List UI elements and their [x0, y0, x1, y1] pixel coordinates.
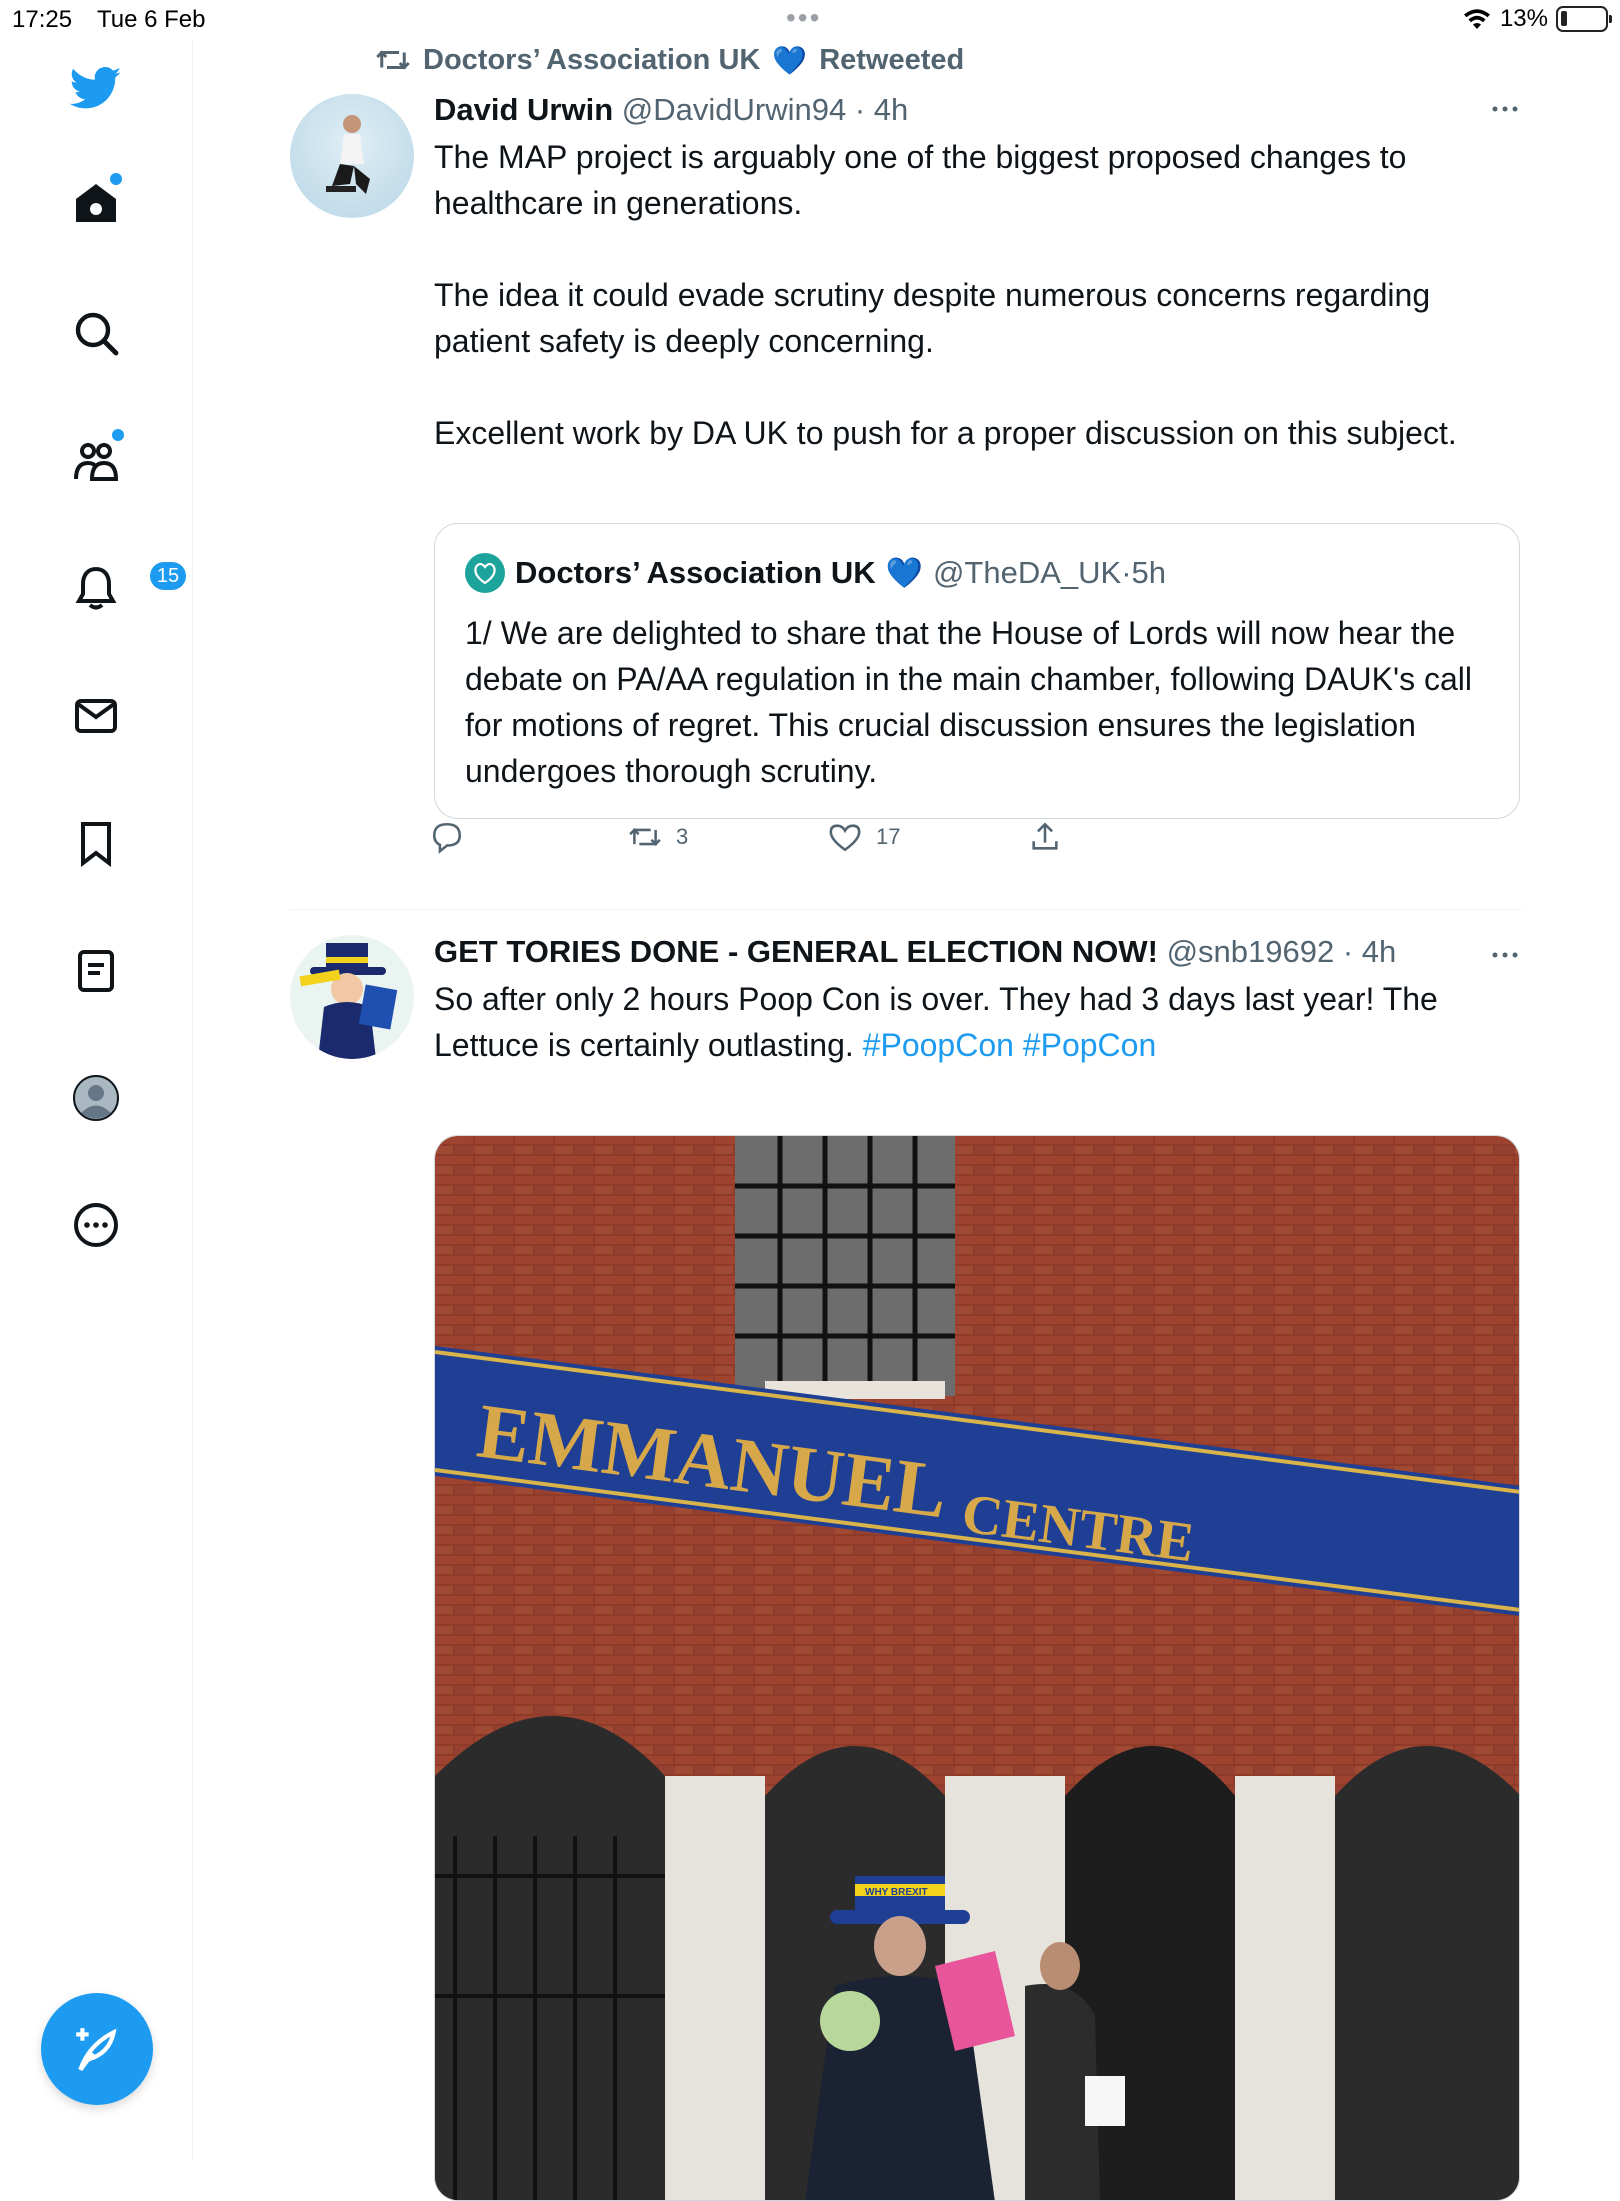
tweet-text: The MAP project is arguably one of the b… [434, 139, 1457, 451]
retweet-context[interactable]: Doctors’ Association UK 💙 Retweeted [375, 40, 964, 80]
home-unread-dot [110, 173, 122, 185]
avatar-cartoon [299, 943, 398, 1059]
wifi-icon [1463, 9, 1490, 29]
more-circle-icon [74, 1203, 118, 1247]
more-options-icon[interactable] [1485, 89, 1525, 129]
hat-text: WHY BREXIT [865, 1887, 928, 1898]
share-button[interactable] [1028, 820, 1062, 854]
sidebar-item-communities[interactable] [48, 413, 144, 509]
hashtag-link[interactable]: #PoopCon [863, 1027, 1014, 1063]
status-time: 17:25 [12, 6, 73, 33]
tweet-header: GET TORIES DONE - GENERAL ELECTION NOW! … [434, 934, 1397, 969]
quote-time[interactable]: 5h [1132, 555, 1166, 591]
like-button[interactable]: 17 [828, 820, 900, 854]
sidebar-item-explore[interactable] [48, 285, 144, 381]
bell-icon [75, 566, 117, 610]
compose-tweet-button[interactable] [41, 1993, 153, 2105]
tweet-time[interactable]: 4h [1362, 934, 1396, 969]
sidebar-item-profile[interactable] [48, 1050, 144, 1146]
sidebar-item-home[interactable] [48, 155, 144, 251]
profile-avatar-icon [73, 1075, 119, 1121]
communities-unread-dot [112, 429, 124, 441]
retweet-label: Retweeted [819, 43, 965, 76]
tweet-photo[interactable]: EMMANUEL CENTRE WHY BREXIT [434, 1135, 1520, 2201]
photo-illustration: EMMANUEL CENTRE WHY BREXIT [435, 1136, 1519, 2200]
retweeted-by-name[interactable]: Doctors’ Association UK [423, 44, 760, 77]
retweet-count: 3 [676, 824, 689, 849]
tweet-text: So after only 2 hours Poop Con is over. … [434, 976, 1522, 1068]
hashtag-link[interactable]: #PopCon [1023, 1027, 1156, 1063]
like-count: 17 [876, 824, 901, 849]
quote-display-name[interactable]: Doctors’ Association UK [515, 555, 876, 591]
quote-handle[interactable]: @TheDA_UK [933, 555, 1121, 591]
handle[interactable]: @DavidUrwin94 [622, 92, 846, 127]
sidebar-item-more[interactable] [48, 1177, 144, 1273]
battery-icon [1556, 6, 1612, 32]
multitasking-dots-icon[interactable]: ••• [786, 4, 821, 32]
search-icon [75, 312, 119, 356]
status-bar: 17:25 Tue 6 Feb ••• 13% [0, 0, 1620, 40]
home-icon [76, 184, 116, 222]
reply-icon [432, 822, 462, 854]
more-options-icon[interactable] [1485, 935, 1525, 975]
avatar[interactable] [290, 935, 414, 1059]
communities-icon [74, 443, 119, 481]
sidebar-item-messages[interactable] [48, 668, 144, 764]
quote-avatar-icon [465, 553, 505, 593]
bookmark-icon [81, 822, 111, 867]
retweet-icon [629, 828, 661, 846]
tweet-snb19692[interactable]: GET TORIES DONE - GENERAL ELECTION NOW! … [290, 910, 1525, 2201]
heart-icon [829, 824, 861, 852]
retweet-button[interactable]: 3 [628, 820, 688, 854]
verified-heart-badge: 💙 [772, 44, 808, 76]
status-date: Tue 6 Feb [97, 6, 206, 33]
verified-heart-badge: 💙 [885, 556, 923, 590]
twitter-logo-icon[interactable] [48, 40, 144, 136]
quoted-tweet[interactable]: Doctors’ Association UK 💙 @TheDA_UK · 5h… [434, 523, 1520, 819]
sidebar-item-notifications[interactable]: 15 [48, 540, 188, 636]
display-name[interactable]: David Urwin [434, 92, 613, 127]
tweet-time[interactable]: 4h [874, 92, 908, 127]
avatar[interactable] [290, 94, 414, 218]
retweet-icon [376, 50, 410, 70]
tweet-header: David Urwin @DavidUrwin94 · 4h [434, 92, 909, 127]
compose-feather-icon [76, 2028, 117, 2072]
tweet-david-urwin[interactable]: Doctors’ Association UK 💙 Retweeted Davi… [290, 40, 1522, 910]
sidebar-item-lists[interactable] [48, 923, 144, 1019]
list-icon [78, 950, 114, 992]
quote-header: Doctors’ Association UK 💙 @TheDA_UK · 5h [465, 550, 1489, 596]
reply-button[interactable] [430, 820, 478, 854]
status-indicators: 13% [1462, 5, 1612, 33]
quote-text: 1/ We are delighted to share that the Ho… [465, 615, 1472, 789]
sidebar-nav: 15 [0, 40, 193, 2160]
avatar-photo [326, 115, 370, 194]
battery-percent: 13% [1499, 5, 1548, 32]
tweet-actions: 3 17 [432, 820, 1522, 860]
share-icon [1032, 822, 1058, 850]
notifications-badge: 15 [148, 560, 188, 592]
display-name[interactable]: GET TORIES DONE - GENERAL ELECTION NOW! [434, 934, 1158, 969]
handle[interactable]: @snb19692 [1167, 934, 1335, 969]
envelope-icon [75, 699, 117, 733]
sidebar-item-bookmarks[interactable] [48, 795, 144, 891]
